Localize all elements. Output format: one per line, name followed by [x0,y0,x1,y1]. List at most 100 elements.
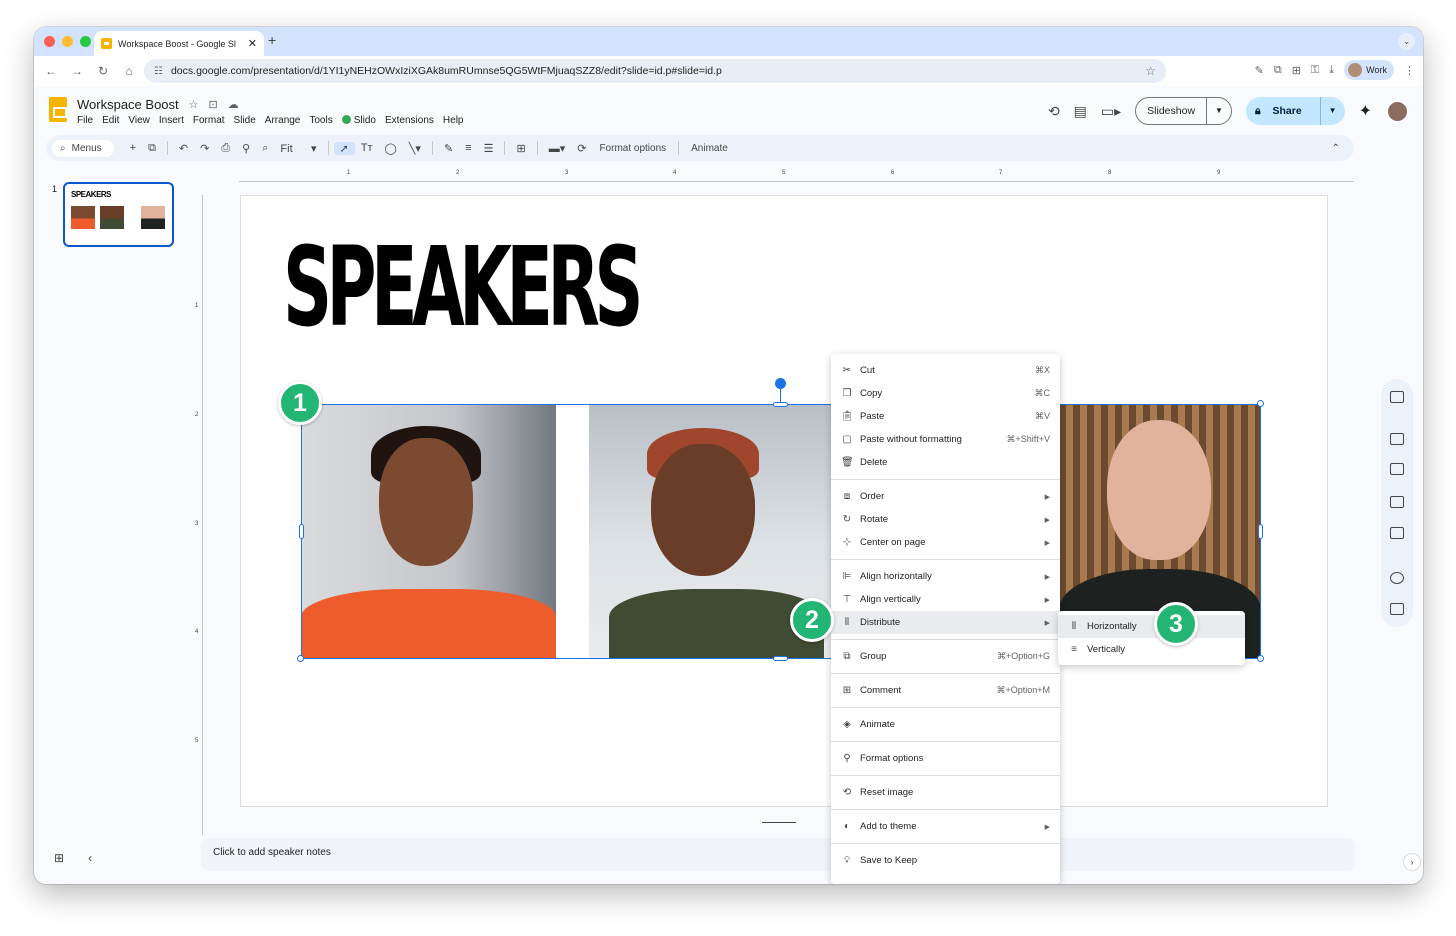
border-dash-icon[interactable]: ☰ [478,142,500,155]
menu-item-group[interactable]: ⧉ Group ⌘+Option+G [831,645,1060,668]
slide-canvas[interactable]: SPEAKERS 1 [240,195,1328,807]
speaker-notes[interactable]: Click to add speaker notes [201,838,1355,871]
menu-item-animate[interactable]: ◈ Animate [831,713,1060,736]
format-options-button[interactable]: Format options [592,143,673,154]
browser-menu-icon[interactable]: ⋮ [1404,64,1415,77]
address-bar[interactable]: ☷ docs.google.com/presentation/d/1YI1yNE… [144,59,1166,83]
pen-extension-icon[interactable]: ✎ [1255,64,1264,77]
minimize-window-button[interactable] [62,36,73,47]
back-icon[interactable]: ← [38,64,64,78]
document-title[interactable]: Workspace Boost [77,97,179,112]
border-color-icon[interactable]: ✎ [438,142,459,155]
meet-camera-icon[interactable]: ▭▸ [1101,103,1121,120]
menu-file[interactable]: File [77,115,93,126]
folder-icon[interactable] [1390,527,1404,539]
star-icon[interactable]: ☆ [189,98,199,111]
menus-search[interactable]: ⌕ Menus [52,139,114,157]
gemini-sparkle-icon[interactable]: ✦ [1359,101,1372,121]
slideshow-button[interactable]: Slideshow ▼ [1135,97,1232,125]
menu-item-delete[interactable]: 🗑︎ Delete [831,451,1060,474]
resize-handle-bottom[interactable] [773,656,788,661]
replace-image-icon[interactable]: ⟳ [571,142,592,155]
menu-item-align-horizontally[interactable]: ⊫ Align horizontally ▶ [831,565,1060,588]
shape-icon[interactable]: ◯ [378,142,402,155]
print-icon[interactable]: ⎙ [215,142,236,155]
collapse-toolbar-icon[interactable]: ⌃ [1332,143,1340,154]
menu-item-paste-without-formatting[interactable]: ▢ Paste without formatting ⌘+Shift+V [831,428,1060,451]
menu-item-copy[interactable]: ❐ Copy ⌘C [831,382,1060,405]
zoom-select[interactable]: Fit ▾ [274,142,322,155]
calendar-icon[interactable] [1390,433,1404,445]
share-dropdown-icon[interactable]: ▼ [1319,97,1345,125]
user-avatar[interactable] [1386,99,1409,123]
menu-tools[interactable]: Tools [309,115,332,126]
menu-item-cut[interactable]: ✂ Cut ⌘X [831,359,1060,382]
add-comment-icon[interactable]: ⊞ [510,142,531,155]
record-icon[interactable] [1390,572,1404,584]
profile-chip[interactable]: Work [1344,60,1394,80]
slideshow-dropdown-icon[interactable]: ▼ [1206,98,1231,124]
slide-title[interactable]: SPEAKERS [283,232,643,342]
menu-help[interactable]: Help [443,115,464,126]
zoom-icon[interactable]: ⌕ [256,142,274,155]
browser-tab[interactable]: Workspace Boost - Google Sl ✕ [94,31,264,56]
extensions-icon[interactable]: ⧉ [1274,64,1282,77]
home-icon[interactable]: ⌂ [116,64,142,78]
comments-icon[interactable]: ▤ [1074,103,1087,120]
close-tab-icon[interactable]: ✕ [248,37,257,50]
menu-arrange[interactable]: Arrange [265,115,301,126]
border-weight-icon[interactable]: ≡ [459,142,477,154]
download-icon[interactable]: ⤓ [1329,64,1334,77]
undo-icon[interactable]: ↶ [173,142,194,155]
tasks-icon[interactable] [1390,463,1404,475]
slide-thumbnail[interactable]: SPEAKERS [63,182,174,247]
rotate-handle[interactable] [775,378,786,389]
menu-item-distribute[interactable]: ⫴ Distribute ▶ [831,611,1060,634]
contacts-icon[interactable] [1390,496,1404,508]
share-button[interactable]: 🔒︎ Share ▼ [1245,97,1345,125]
new-tab-icon[interactable]: + [268,32,276,48]
menu-edit[interactable]: Edit [102,115,119,126]
forward-icon[interactable]: → [64,64,90,78]
site-info-icon[interactable]: ☷ [154,66,163,77]
menu-extensions[interactable]: Extensions [385,115,434,126]
resize-handle-bottom-left[interactable] [297,655,304,662]
menu-item-order[interactable]: ⧈ Order ▶ [831,485,1060,508]
tab-search-icon[interactable]: ⌄ [1398,33,1415,50]
menu-item-center-on-page[interactable]: ⊹ Center on page ▶ [831,531,1060,554]
move-folder-icon[interactable]: ⊡ [209,98,218,111]
notes-resize-handle[interactable] [762,822,796,823]
grid-view-icon[interactable]: ⊞ [54,851,64,865]
zoom-window-button[interactable] [80,36,91,47]
resize-handle-bottom-right[interactable] [1257,655,1264,662]
menu-item-paste[interactable]: 📋︎ Paste ⌘V [831,405,1060,428]
select-cursor-icon[interactable]: ➚ [333,141,355,155]
menu-slido[interactable]: Slido [341,115,376,126]
collapse-filmstrip-icon[interactable]: ‹ [88,851,92,865]
menu-item-align-vertically[interactable]: ⊤ Align vertically ▶ [831,588,1060,611]
video-icon[interactable] [1390,603,1404,615]
resize-handle-right[interactable] [1258,524,1263,539]
menu-view[interactable]: View [128,115,150,126]
redo-icon[interactable]: ↷ [194,142,215,155]
menu-item-format-options[interactable]: ⚲ Format options [831,747,1060,770]
menu-item-save-to-keep[interactable]: 💡︎ Save to Keep [831,849,1060,872]
resize-handle-top-right[interactable] [1257,400,1264,407]
bookmark-star-icon[interactable]: ☆ [1145,64,1156,78]
collapse-side-panel-icon[interactable]: › [1403,853,1421,871]
menu-item-distribute-horizontally[interactable]: ⫴ Horizontally [1058,615,1245,638]
slides-logo-icon[interactable] [49,97,67,122]
animate-button[interactable]: Animate [684,143,735,154]
layout-icon[interactable]: ⧉ [142,142,162,155]
resize-handle-top[interactable] [773,402,788,407]
text-box-icon[interactable]: Tт [355,142,379,154]
menu-item-add-to-theme[interactable]: ◐ Add to theme ▶ [831,815,1060,838]
mask-image-icon[interactable]: ▬▾ [543,142,572,155]
new-slide-icon[interactable]: + [124,142,142,154]
version-history-icon[interactable]: ⟲ [1048,103,1060,120]
menu-item-distribute-vertically[interactable]: ≡ Vertically [1058,638,1245,661]
password-key-icon[interactable]: ⚿ [1311,64,1319,77]
menu-item-reset-image[interactable]: ⟲ Reset image [831,781,1060,804]
menu-format[interactable]: Format [193,115,225,126]
apps-grid-icon[interactable]: ⊞ [1292,64,1301,77]
